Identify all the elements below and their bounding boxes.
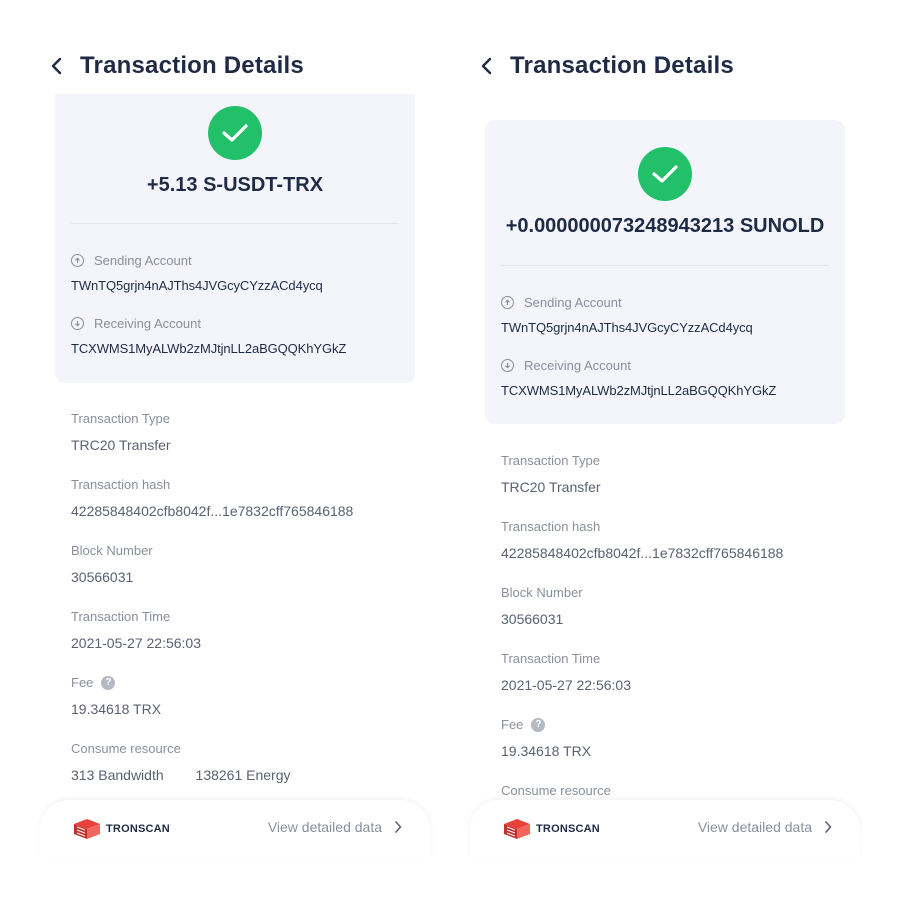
arrow-down-circle-icon [71, 317, 84, 330]
transaction-type-value: TRC20 Transfer [501, 479, 601, 495]
brand-name: TRONSCAN [536, 823, 600, 835]
fee-value: 19.34618 TRX [501, 743, 592, 759]
arrow-up-circle-icon [71, 254, 84, 267]
consume-resource-label: Consume resource [71, 741, 181, 756]
transaction-panel-left: Transaction Details +5.13 S-USDT-TRX Sen… [0, 0, 430, 900]
fee-value: 19.34618 TRX [71, 701, 162, 717]
consume-resource-label: Consume resource [501, 783, 611, 798]
sending-account-label: Sending Account [71, 253, 192, 268]
transaction-hash-value[interactable]: 42285848402cfb8042f...1e7832cff765846188 [71, 503, 353, 519]
transaction-time-value: 2021-05-27 22:56:03 [501, 677, 631, 693]
page-title: Transaction Details [80, 52, 304, 79]
help-icon[interactable]: ? [101, 675, 116, 690]
back-chevron-icon[interactable] [50, 50, 70, 82]
transaction-hash-value[interactable]: 42285848402cfb8042f...1e7832cff765846188 [501, 545, 783, 561]
receiving-account-value[interactable]: TCXWMS1MyALWb2zMJtjnLL2aBGQQKhYGkZ [501, 383, 776, 398]
receiving-account-label: Receiving Account [501, 358, 631, 373]
sending-account-label: Sending Account [501, 295, 622, 310]
sending-account-value[interactable]: TWnTQ5grjn4nAJThs4JVGcyCYzzACd4ycq [71, 278, 323, 293]
help-icon[interactable]: ? [531, 717, 546, 732]
block-number-label: Block Number [501, 585, 583, 600]
block-number-value[interactable]: 30566031 [71, 569, 133, 585]
brand-name: TRONSCAN [106, 823, 170, 835]
success-check-icon [638, 147, 692, 201]
view-detailed-data-link[interactable]: View detailed data [698, 819, 832, 835]
bandwidth-value: 313 Bandwidth [71, 767, 164, 783]
footer-bar: TRONSCAN View detailed data [40, 800, 430, 858]
transaction-time-value: 2021-05-27 22:56:03 [71, 635, 201, 651]
transaction-type-label: Transaction Type [501, 453, 600, 468]
receiving-account-label: Receiving Account [71, 316, 201, 331]
transaction-panel-right: Transaction Details +0.00000007324894321… [430, 0, 860, 900]
block-number-value[interactable]: 30566031 [501, 611, 563, 627]
arrow-down-circle-icon [501, 359, 514, 372]
energy-value: 138261 Energy [195, 767, 291, 783]
transaction-time-label: Transaction Time [71, 609, 171, 624]
tronscan-logo: TRONSCAN [72, 817, 170, 841]
transaction-time-label: Transaction Time [501, 651, 601, 666]
consume-resource-value: 313 Bandwidth 138261 Energy [71, 767, 291, 783]
divider [71, 223, 399, 224]
back-chevron-icon[interactable] [480, 50, 500, 82]
arrow-up-circle-icon [501, 296, 514, 309]
footer-bar: TRONSCAN View detailed data [470, 800, 860, 858]
header: Transaction Details [50, 50, 304, 82]
chevron-right-icon [825, 821, 832, 833]
page-title: Transaction Details [510, 52, 734, 79]
tronscan-logo-icon [504, 819, 530, 839]
chevron-right-icon [395, 821, 402, 833]
block-number-label: Block Number [71, 543, 153, 558]
transaction-hash-label: Transaction hash [71, 477, 171, 492]
header: Transaction Details [480, 50, 734, 82]
view-detailed-data-link[interactable]: View detailed data [268, 819, 402, 835]
transaction-type-value: TRC20 Transfer [71, 437, 171, 453]
summary-card: +0.000000073248943213 SUNOLD Sending Acc… [485, 120, 845, 424]
receiving-account-value[interactable]: TCXWMS1MyALWb2zMJtjnLL2aBGQQKhYGkZ [71, 341, 346, 356]
sending-account-value[interactable]: TWnTQ5grjn4nAJThs4JVGcyCYzzACd4ycq [501, 320, 753, 335]
amount: +5.13 S-USDT-TRX [146, 174, 324, 196]
tronscan-logo: TRONSCAN [502, 817, 600, 841]
summary-card: +5.13 S-USDT-TRX Sending Account TWnTQ5g… [55, 94, 415, 383]
transaction-hash-label: Transaction hash [501, 519, 601, 534]
transaction-type-label: Transaction Type [71, 411, 170, 426]
fee-label: Fee ? [501, 717, 546, 732]
fee-label: Fee ? [71, 675, 116, 690]
tronscan-logo-icon [74, 819, 100, 839]
success-check-icon [208, 106, 262, 160]
divider [501, 265, 829, 266]
amount: +0.000000073248943213 SUNOLD [505, 215, 825, 237]
